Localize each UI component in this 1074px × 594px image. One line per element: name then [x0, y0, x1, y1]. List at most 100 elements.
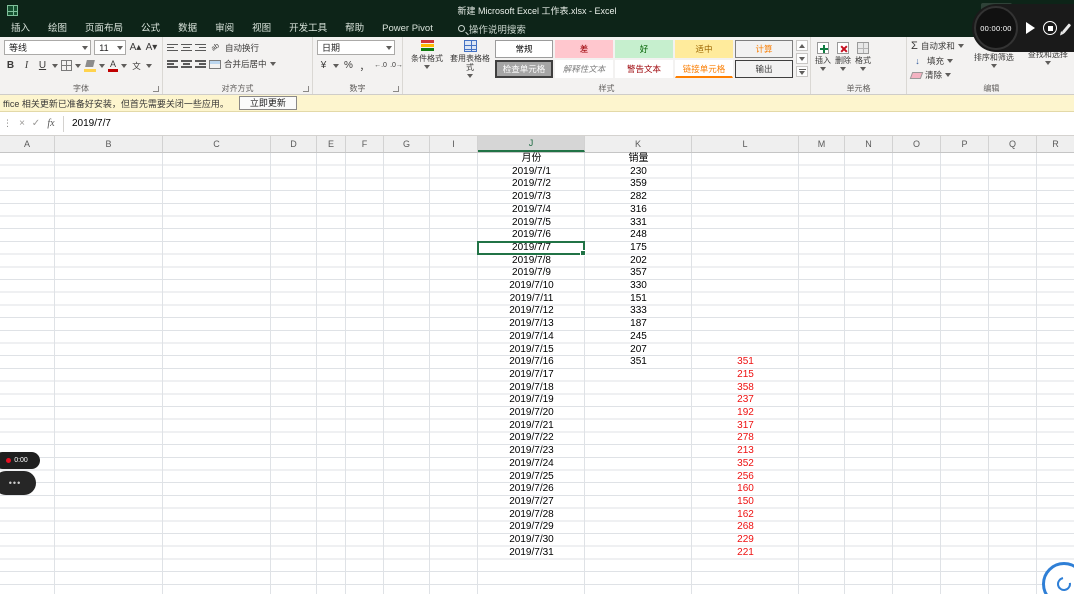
tab-developer[interactable]: 开发工具 — [280, 20, 336, 37]
cell-K6[interactable]: 331 — [585, 217, 692, 230]
delete-cells-button[interactable]: 删除 — [835, 42, 851, 71]
cell-J25[interactable]: 2019/7/24 — [478, 458, 585, 471]
cell-J13[interactable]: 2019/7/12 — [478, 305, 585, 318]
column-header-C[interactable]: C — [163, 136, 271, 152]
cell-L18[interactable]: 215 — [692, 369, 799, 382]
font-color-icon[interactable]: A — [108, 59, 118, 72]
recorder-mini-bubble[interactable]: ••• — [0, 471, 36, 495]
update-now-button[interactable]: 立即更新 — [238, 96, 297, 110]
cell-J1[interactable]: 月份 — [478, 153, 585, 166]
tab-review[interactable]: 审阅 — [206, 20, 243, 37]
borders-dropdown-icon[interactable] — [75, 63, 81, 68]
column-header-G[interactable]: G — [384, 136, 430, 152]
cell-J6[interactable]: 2019/7/5 — [478, 217, 585, 230]
percent-style-icon[interactable]: % — [342, 58, 355, 73]
column-header-A[interactable]: A — [0, 136, 55, 152]
cell-J7[interactable]: 2019/7/6 — [478, 229, 585, 242]
align-top-icon[interactable] — [167, 43, 178, 52]
cell-K8[interactable]: 175 — [585, 242, 692, 255]
gallery-scroll-up-button[interactable] — [796, 40, 808, 51]
orientation-icon[interactable]: ab — [206, 38, 225, 58]
cell-J11[interactable]: 2019/7/10 — [478, 280, 585, 293]
column-header-J[interactable]: J — [478, 136, 585, 152]
cell-J8[interactable]: 2019/7/7 — [478, 242, 585, 255]
font-name-combobox[interactable]: 等线 — [4, 40, 92, 55]
cell-J5[interactable]: 2019/7/4 — [478, 204, 585, 217]
column-header-K[interactable]: K — [585, 136, 692, 152]
recorder-mini-overlay[interactable]: 0:00 ••• — [0, 452, 40, 495]
clear-button[interactable]: 清除 — [909, 69, 964, 81]
comma-style-icon[interactable]: ， — [358, 58, 371, 73]
phonetic-dropdown-icon[interactable] — [146, 63, 152, 68]
cell-J16[interactable]: 2019/7/15 — [478, 344, 585, 357]
cell-L17[interactable]: 351 — [692, 356, 799, 369]
column-header-O[interactable]: O — [893, 136, 941, 152]
font-dialog-launcher[interactable] — [153, 86, 159, 92]
style-normal[interactable]: 常规 — [495, 40, 553, 58]
cell-L28[interactable]: 150 — [692, 496, 799, 509]
cell-L30[interactable]: 268 — [692, 521, 799, 534]
cell-J12[interactable]: 2019/7/11 — [478, 293, 585, 306]
cell-J27[interactable]: 2019/7/26 — [478, 483, 585, 496]
format-cells-button[interactable]: 格式 — [855, 42, 871, 71]
conditional-formatting-button[interactable]: 条件格式 — [407, 40, 447, 78]
shrink-font-button[interactable]: A▾ — [145, 40, 158, 55]
cell-L26[interactable]: 256 — [692, 471, 799, 484]
align-bottom-icon[interactable] — [195, 43, 206, 52]
cell-J9[interactable]: 2019/7/8 — [478, 255, 585, 268]
cell-K9[interactable]: 202 — [585, 255, 692, 268]
cell-J31[interactable]: 2019/7/30 — [478, 534, 585, 547]
wrap-text-button[interactable]: 自动换行 — [225, 42, 259, 54]
formula-bar-value[interactable]: 2019/7/7 — [68, 118, 111, 129]
format-as-table-button[interactable]: 套用表格格式 — [449, 40, 491, 78]
align-left-icon[interactable] — [167, 60, 178, 68]
font-size-combobox[interactable]: 11 — [94, 40, 126, 55]
underline-button[interactable]: U — [36, 58, 49, 73]
accounting-format-icon[interactable]: ¥ — [317, 58, 330, 73]
insert-cells-button[interactable]: 插入 — [815, 42, 831, 71]
tab-help[interactable]: 帮助 — [336, 20, 373, 37]
cell-J20[interactable]: 2019/7/19 — [478, 394, 585, 407]
fill-color-dropdown-icon[interactable] — [99, 63, 105, 68]
style-linked-cell[interactable]: 链接单元格 — [675, 60, 733, 78]
style-good[interactable]: 好 — [615, 40, 673, 58]
recorder-mini-timer[interactable]: 0:00 — [0, 452, 40, 469]
merge-center-dropdown-icon[interactable] — [269, 62, 276, 66]
cell-K11[interactable]: 330 — [585, 280, 692, 293]
screen-recorder-widget[interactable]: 00:00:00 — [972, 4, 1074, 52]
cell-J10[interactable]: 2019/7/9 — [478, 267, 585, 280]
column-header-F[interactable]: F — [346, 136, 384, 152]
cell-L31[interactable]: 229 — [692, 534, 799, 547]
style-neutral[interactable]: 适中 — [675, 40, 733, 58]
column-header-M[interactable]: M — [799, 136, 845, 152]
phonetic-guide-button[interactable]: 文 — [130, 58, 143, 73]
merge-center-icon[interactable] — [209, 59, 221, 69]
tab-draw[interactable]: 绘图 — [39, 20, 76, 37]
cell-J26[interactable]: 2019/7/25 — [478, 471, 585, 484]
column-header-B[interactable]: B — [55, 136, 163, 152]
cell-L20[interactable]: 237 — [692, 394, 799, 407]
cell-J15[interactable]: 2019/7/14 — [478, 331, 585, 344]
cell-J2[interactable]: 2019/7/1 — [478, 166, 585, 179]
cell-K3[interactable]: 359 — [585, 178, 692, 191]
cell-J32[interactable]: 2019/7/31 — [478, 547, 585, 560]
cell-L24[interactable]: 213 — [692, 445, 799, 458]
cell-J29[interactable]: 2019/7/28 — [478, 509, 585, 522]
style-bad[interactable]: 差 — [555, 40, 613, 58]
cell-K17[interactable]: 351 — [585, 356, 692, 369]
cell-K2[interactable]: 230 — [585, 166, 692, 179]
column-header-R[interactable]: R — [1037, 136, 1074, 152]
cell-K15[interactable]: 245 — [585, 331, 692, 344]
align-center-icon[interactable] — [181, 60, 192, 68]
cell-J14[interactable]: 2019/7/13 — [478, 318, 585, 331]
italic-button[interactable]: I — [20, 58, 33, 73]
cell-K4[interactable]: 282 — [585, 191, 692, 204]
cell-L25[interactable]: 352 — [692, 458, 799, 471]
cell-L29[interactable]: 162 — [692, 509, 799, 522]
cell-K12[interactable]: 151 — [585, 293, 692, 306]
tab-power-pivot[interactable]: Power Pivot — [373, 20, 442, 37]
column-header-Q[interactable]: Q — [989, 136, 1037, 152]
column-header-I[interactable]: I — [430, 136, 478, 152]
cell-J17[interactable]: 2019/7/16 — [478, 356, 585, 369]
cell-J28[interactable]: 2019/7/27 — [478, 496, 585, 509]
